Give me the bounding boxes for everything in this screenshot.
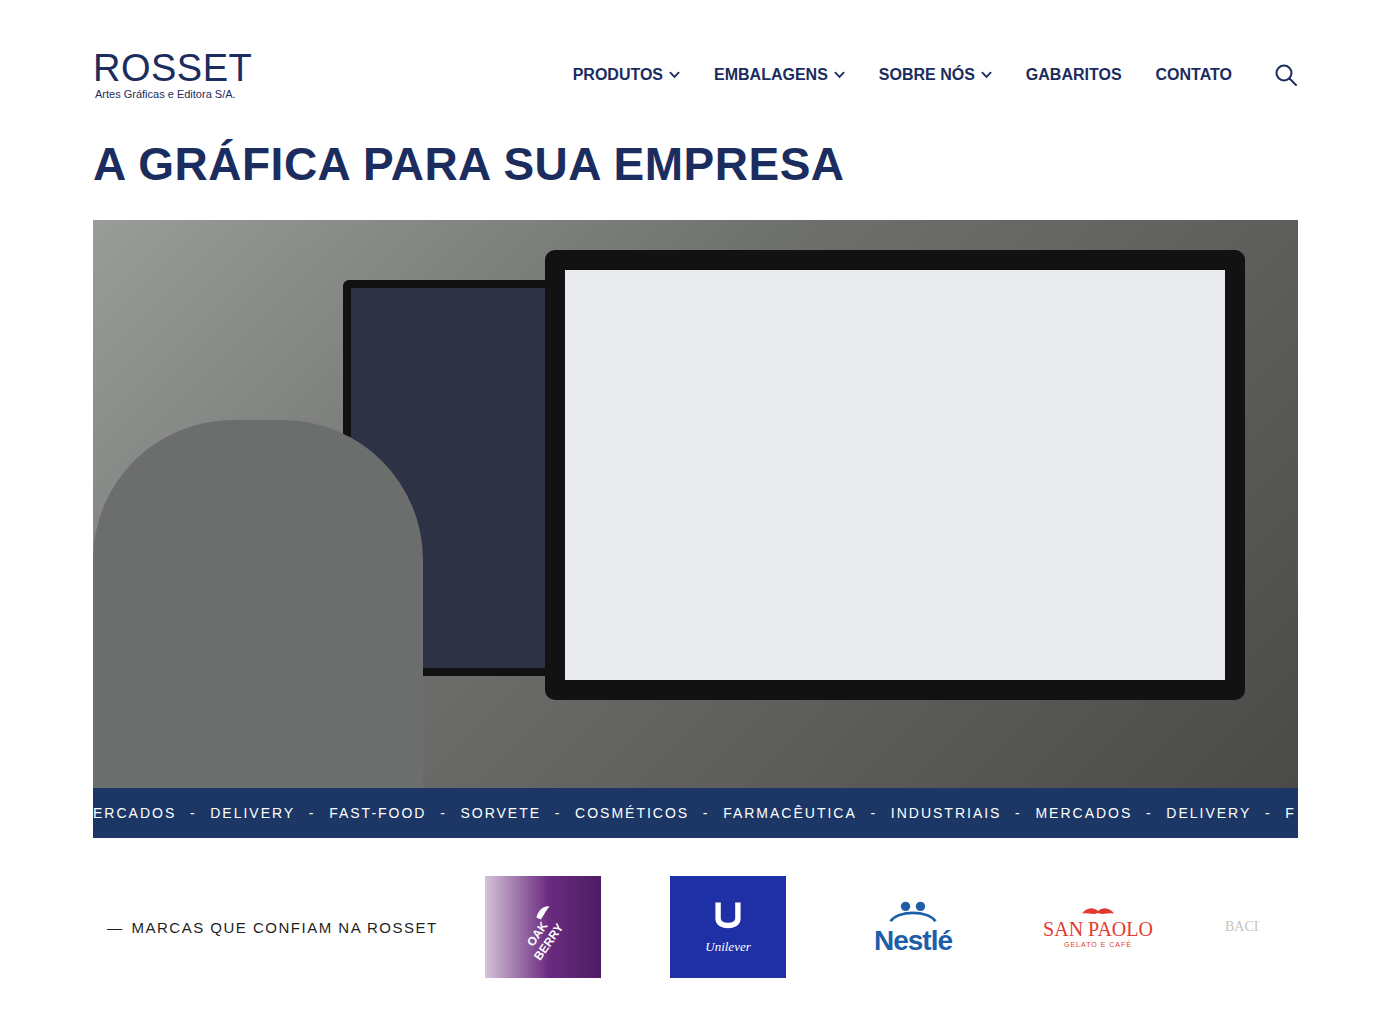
main-nav: PRODUTOS EMBALAGENS SOBRE NÓS GABARITOS CONT… — [573, 63, 1298, 87]
ticker-separator: - — [870, 805, 877, 821]
hero-title: A GRÁFICA PARA SUA EMPRESA — [93, 138, 1298, 190]
monitor-screen — [565, 270, 1225, 680]
chevron-down-icon — [834, 71, 845, 79]
chevron-down-icon — [669, 71, 680, 79]
hero-video[interactable] — [93, 220, 1298, 788]
brands-section: —MARCAS QUE CONFIAM NA ROSSETOAK BERRY Un… — [93, 876, 1298, 978]
brands-label: —MARCAS QUE CONFIAM NA ROSSET — [107, 919, 485, 936]
ticker-separator: - — [1015, 805, 1022, 821]
brand-logo: SAN PAOLOGELATO E CAFÉ — [1040, 876, 1156, 978]
nest-icon — [885, 897, 941, 925]
ticker-separator: - — [555, 805, 562, 821]
brand-logo: BACI — [1225, 876, 1271, 978]
ticker-item: DELIVERY — [210, 805, 295, 821]
ticker-item: INDUSTRIAIS — [891, 805, 1002, 821]
ticker-item: MERCADOS — [1035, 805, 1132, 821]
ticker-item: SORVETE — [460, 805, 541, 821]
ticker-item: ERCADOS — [93, 805, 176, 821]
ticker-separator: - — [190, 805, 197, 821]
logo-tagline: Artes Gráficas e Editora S/A. — [93, 88, 252, 100]
chevron-down-icon — [981, 71, 992, 79]
unilever-u-icon — [710, 899, 746, 935]
ticker-item: COSMÉTICOS — [575, 805, 689, 821]
monitor — [545, 250, 1245, 700]
ticker-item: FARMACÊUTICA — [723, 805, 857, 821]
nav-item[interactable]: PRODUTOS — [573, 66, 680, 84]
segments-ticker: ERCADOS-DELIVERY-FAST-FOOD-SORVETE-COSMÉ… — [93, 788, 1298, 838]
search-icon[interactable] — [1274, 63, 1298, 87]
nav-item[interactable]: GABARITOS — [1026, 66, 1122, 84]
ticker-separator: - — [1265, 805, 1272, 821]
page: ROSSET Artes Gráficas e Editora S/A. PRODU… — [93, 0, 1298, 1018]
nav-item[interactable]: CONTATO — [1156, 66, 1232, 84]
brand-logo: OAK BERRY — [485, 876, 601, 978]
brand-logos: OAK BERRY Unilever Nestlé SAN PAOLOGELATO E… — [485, 876, 1271, 978]
person — [93, 420, 423, 788]
brand-logo: Nestlé — [855, 876, 971, 978]
ticker-item: DELIVERY — [1166, 805, 1251, 821]
logo[interactable]: ROSSET Artes Gráficas e Editora S/A. — [93, 50, 252, 100]
ticker-separator: - — [1146, 805, 1153, 821]
nav-item[interactable]: EMBALAGENS — [714, 66, 845, 84]
brand-logo: Unilever — [670, 876, 786, 978]
ticker-separator: - — [440, 805, 447, 821]
header: ROSSET Artes Gráficas e Editora S/A. PRODU… — [93, 0, 1298, 100]
mustache-icon — [1080, 906, 1116, 918]
ticker-separator: - — [703, 805, 710, 821]
ticker-item: FAST-FOOD — [329, 805, 426, 821]
ticker-separator: - — [309, 805, 316, 821]
logo-name: ROSSET — [93, 50, 252, 86]
nav-item[interactable]: SOBRE NÓS — [879, 66, 992, 84]
ticker-item: F — [1285, 805, 1296, 821]
